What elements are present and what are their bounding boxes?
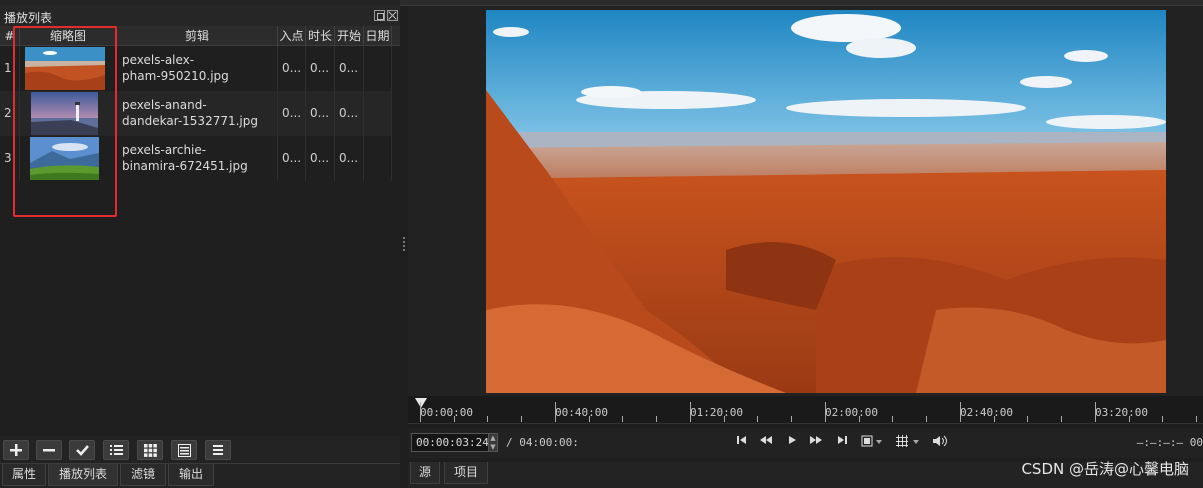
list-details-icon	[109, 445, 123, 455]
tab-project[interactable]: 项目	[444, 462, 488, 484]
grid-overlay-icon[interactable]	[896, 435, 922, 450]
row-start: 0...	[335, 91, 364, 136]
time-remaining: —:—:—:— 00	[1136, 436, 1203, 449]
row-start: 0...	[335, 46, 364, 91]
zoom-fit-icon[interactable]	[861, 435, 883, 450]
menu-button[interactable]	[205, 440, 231, 460]
row-duration: 0...	[306, 91, 335, 136]
check-icon	[75, 445, 89, 456]
row-clip-name: pexels-alex- pham-950210.jpg	[117, 46, 278, 91]
row-duration: 0...	[306, 46, 335, 91]
tab-source[interactable]: 源	[410, 462, 440, 484]
panel-title: 播放列表	[4, 11, 53, 25]
playlist-toolbar	[0, 438, 400, 462]
play-icon[interactable]	[788, 435, 797, 448]
clip-name-line: pexels-anand-	[122, 98, 207, 112]
minus-icon	[43, 449, 55, 452]
clip-name-line: pexels-alex-	[122, 53, 195, 67]
volume-icon[interactable]	[933, 435, 949, 450]
icon-view-button[interactable]	[137, 440, 163, 460]
current-time-input[interactable]: 00:00:03:24	[411, 433, 489, 452]
close-panel-icon[interactable]	[387, 10, 398, 21]
total-duration: / 04:00:00:	[506, 436, 579, 449]
update-button[interactable]	[69, 440, 95, 460]
float-panel-icon[interactable]	[374, 10, 385, 21]
csdn-watermark: CSDN @岳涛@心馨电脑	[1021, 460, 1189, 478]
row-date	[364, 91, 392, 136]
clip-name-line: pexels-archie-	[122, 143, 207, 157]
rewind-icon[interactable]	[760, 435, 773, 448]
splitter-handle[interactable]	[403, 237, 405, 251]
plus-icon	[10, 444, 22, 456]
playlist-panel-header: 播放列表	[0, 6, 400, 26]
row-in-point: 0...	[278, 91, 306, 136]
left-dock-tabs: 属性 播放列表 滤镜 输出	[0, 463, 400, 488]
column-header-start[interactable]: 开始	[335, 26, 364, 46]
thumbnail-highlight-box	[13, 26, 117, 217]
column-header-clip[interactable]: 剪辑	[117, 26, 278, 46]
time-spinner[interactable]: ▲ ▼	[488, 433, 498, 452]
timeline-ruler[interactable]: 00:00:00 00:40:00 01:20:00 02:00:00 02:4…	[408, 396, 1203, 424]
row-clip-name: pexels-archie- binamira-672451.jpg	[117, 136, 278, 181]
tab-playlist[interactable]: 播放列表	[48, 464, 118, 486]
video-viewer	[408, 6, 1203, 396]
row-clip-name: pexels-anand- dandekar-1532771.jpg	[117, 91, 278, 136]
canyon-preview-image	[486, 10, 1166, 393]
remove-button[interactable]	[36, 440, 62, 460]
transport-controls: 00:00:03:24 ▲ ▼ / 04:00:00: —:—:—:— 00	[408, 428, 1203, 458]
fast-forward-icon[interactable]	[810, 435, 823, 448]
add-button[interactable]	[3, 440, 29, 460]
skip-to-end-icon[interactable]	[837, 435, 847, 448]
tab-filters[interactable]: 滤镜	[120, 464, 166, 486]
column-header-date[interactable]: 日期	[364, 26, 392, 46]
skip-to-start-icon[interactable]	[737, 435, 747, 448]
clip-name-line: pham-950210.jpg	[122, 69, 229, 83]
grid-icon	[143, 443, 157, 457]
playlist-panel: 播放列表 # 缩略图 剪辑 入点 时长 开始 日期 1 pexels-alex-…	[0, 0, 400, 488]
table-icon	[177, 443, 191, 457]
tab-export[interactable]: 输出	[168, 464, 214, 486]
row-date	[364, 136, 392, 181]
clip-name-line: dandekar-1532771.jpg	[122, 114, 258, 128]
tiled-view-button[interactable]	[171, 440, 197, 460]
column-header-in[interactable]: 入点	[278, 26, 306, 46]
row-date	[364, 46, 392, 91]
menu-icon	[213, 445, 223, 455]
column-header-duration[interactable]: 时长	[306, 26, 335, 46]
tab-properties[interactable]: 属性	[2, 464, 46, 486]
row-in-point: 0...	[278, 46, 306, 91]
ruler-ticks	[420, 402, 1197, 422]
row-duration: 0...	[306, 136, 335, 181]
clip-name-line: binamira-672451.jpg	[122, 159, 248, 173]
row-start: 0...	[335, 136, 364, 181]
details-view-button[interactable]	[103, 440, 129, 460]
row-in-point: 0...	[278, 136, 306, 181]
